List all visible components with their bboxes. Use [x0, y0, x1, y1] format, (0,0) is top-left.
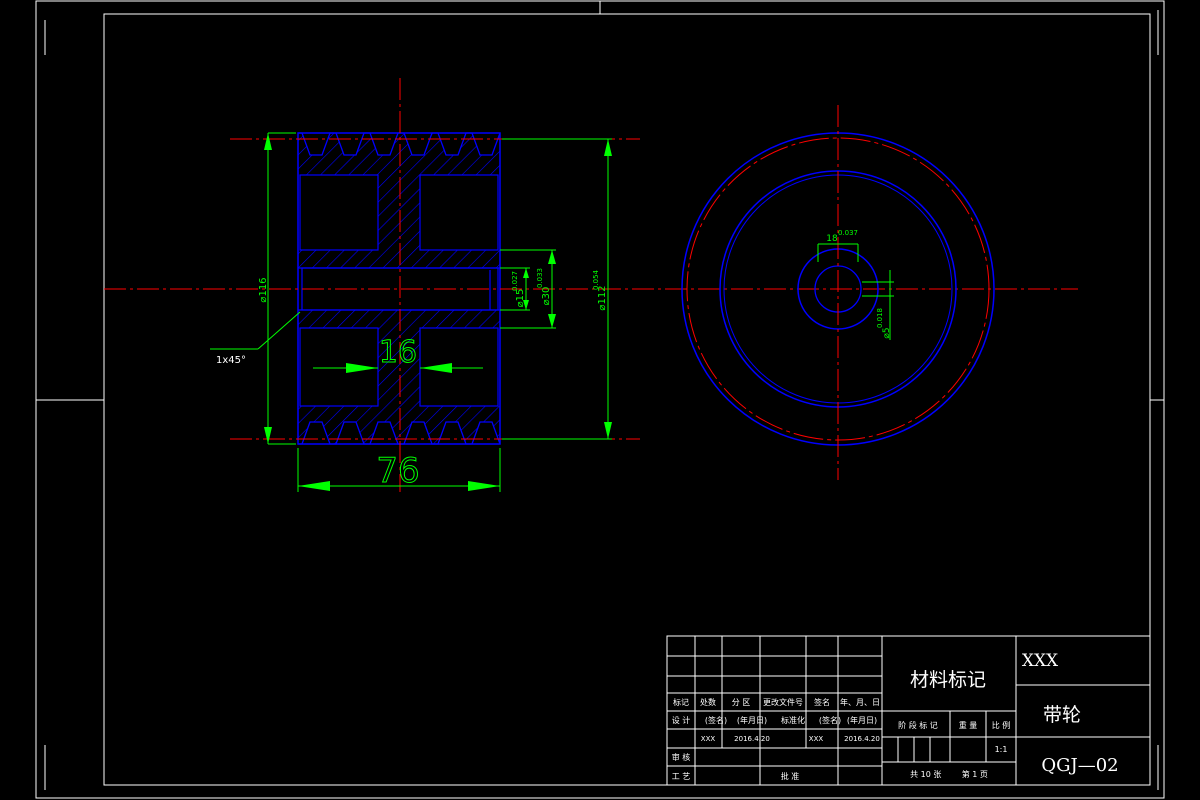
approve-label: 批 准 [781, 771, 800, 781]
dim-inner-tol: 0.027 [511, 271, 519, 291]
dim-keyway: 18 [826, 234, 838, 244]
process-label: 工 艺 [672, 772, 691, 781]
cad-drawing: 76 16 ⌀116 ⌀112 0.054 ⌀30 0.033 ⌀15 0.02… [35, 0, 1165, 799]
rev-header-mark: 标记 [673, 697, 689, 707]
review-label: 审 核 [672, 752, 691, 762]
scale-value: 1:1 [995, 745, 1008, 754]
dim-pitch-tol: 0.054 [592, 269, 600, 290]
rev-header-zone: 分 区 [732, 698, 751, 707]
stage-header-weight: 重 量 [959, 720, 978, 730]
stage-header-stage: 阶 段 标 记 [898, 720, 938, 730]
rev-header-count: 处数 [700, 697, 716, 707]
drawing-number: QGJ—02 [1041, 755, 1118, 776]
dim-width-76: 76 [376, 451, 419, 491]
sign-value-3: XXX [809, 735, 824, 743]
dim-keyway-tol: 0.037 [838, 229, 858, 237]
company-name: XXX [1022, 651, 1059, 671]
material-mark: 材料标记 [910, 669, 986, 691]
sign-row-std: 标准化 [781, 715, 805, 725]
rev-header-sign: 签名 [814, 697, 830, 707]
dim-bore: ⌀30 [541, 287, 552, 306]
part-name: 带轮 [1043, 704, 1081, 726]
sign-row-sig1: (签名) [705, 715, 727, 725]
dim-outer-dia: ⌀116 [258, 277, 269, 302]
end-view [681, 105, 995, 480]
dim-bore-tol: 0.033 [536, 268, 544, 288]
section-view [104, 78, 1078, 492]
dim-hub-tol: 0.018 [876, 308, 884, 328]
sign-value-1: XXX [701, 735, 716, 743]
sheet-border [35, 0, 1165, 799]
sheet-info: 共 10 张 第 1 页 [910, 769, 988, 779]
sign-value-2: 2016.4.20 [734, 735, 770, 743]
end-dimensions: 18 0.037 ⌀5 0.018 [817, 229, 894, 340]
sign-row-date2: (年月日) [847, 715, 877, 725]
rev-header-date: 年、月、日 [840, 697, 880, 707]
dim-hub: ⌀5 [882, 327, 892, 338]
dim-slot-16: 16 [379, 335, 417, 370]
stage-header-scale: 比 例 [992, 720, 1011, 730]
sign-row-sig2: (签名) [819, 715, 841, 725]
sign-value-4: 2016.4.20 [844, 735, 880, 743]
chamfer-note: 1x45° [216, 355, 246, 366]
drawing-frame [103, 13, 1151, 786]
sign-row-design: 设 计 [672, 715, 691, 725]
rev-header-doc: 更改文件号 [763, 697, 803, 707]
sign-row-date1: (年月日) [737, 715, 767, 725]
sheet-frame [35, 0, 1165, 799]
